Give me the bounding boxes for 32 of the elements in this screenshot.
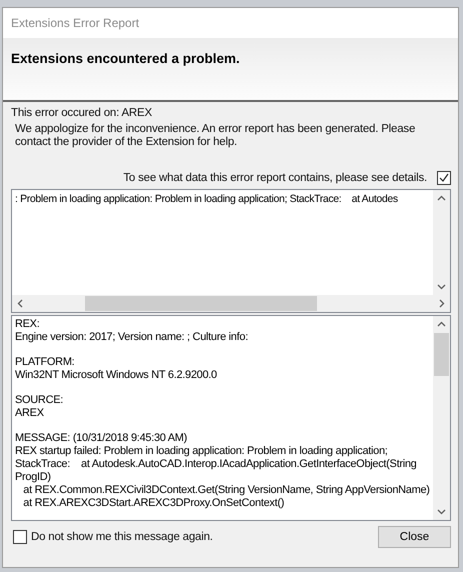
log-line: SOURCE:	[15, 394, 64, 407]
dont-show-label: Do not show me this message again.	[31, 531, 213, 543]
error-source-text: This error occured on: AREX	[11, 107, 153, 120]
log-line: Engine version: 2017; Version name: ; Culture info:	[15, 331, 249, 344]
log-line: MESSAGE: (10/31/2018 9:45:30 AM)	[15, 432, 188, 445]
scroll-thumb[interactable]	[434, 333, 449, 376]
summary-log-text: : Problem in loading application: Problem in loading application; StackTrace: at Autodes	[14, 192, 399, 207]
close-button[interactable]: Close	[378, 526, 451, 548]
log-line: at REX.AREXC3DStart.AREXC3DProxy.OnSetContext()	[22, 497, 286, 510]
header-heading: Extensions encountered a problem.	[11, 51, 240, 66]
log-line: Win32NT Microsoft Windows NT 6.2.9200.0	[15, 369, 218, 382]
window-title: Extensions Error Report	[11, 16, 140, 30]
scroll-left-icon[interactable]	[16, 299, 25, 308]
log-line: StackTrace: at Autodesk.AutoCAD.Interop.IAcadApplication.GetInterfaceObject(String ProgID)	[15, 458, 418, 484]
log-line: REX:	[15, 318, 40, 331]
scroll-thumb[interactable]	[85, 296, 317, 311]
log-line: PLATFORM:	[15, 356, 76, 369]
scroll-up-icon[interactable]	[437, 320, 446, 329]
scroll-up-icon[interactable]	[437, 194, 446, 203]
log-line: REX startup failed: Problem in loading application: Problem in loading application;	[15, 445, 389, 458]
scroll-down-icon[interactable]	[437, 282, 446, 291]
log-line: AREX	[15, 407, 45, 420]
vertical-scrollbar[interactable]	[433, 190, 450, 295]
apology-text: We appologize for the inconvenience. An error report has been generated. Please contact the provider of the Extension for help.	[15, 123, 416, 149]
scroll-right-icon[interactable]	[437, 299, 446, 308]
scroll-down-icon[interactable]	[437, 507, 446, 516]
dont-show-checkbox[interactable]	[13, 530, 27, 544]
details-checkbox[interactable]	[437, 171, 451, 185]
horizontal-scrollbar[interactable]	[12, 295, 450, 312]
log-line: at REX.Common.REXCivil3DContext.Get(String VersionName, String AppVersionName)	[22, 484, 430, 497]
vertical-scrollbar[interactable]	[433, 316, 450, 520]
details-toggle-label: To see what data this error report contains, please see details.	[123, 172, 427, 184]
